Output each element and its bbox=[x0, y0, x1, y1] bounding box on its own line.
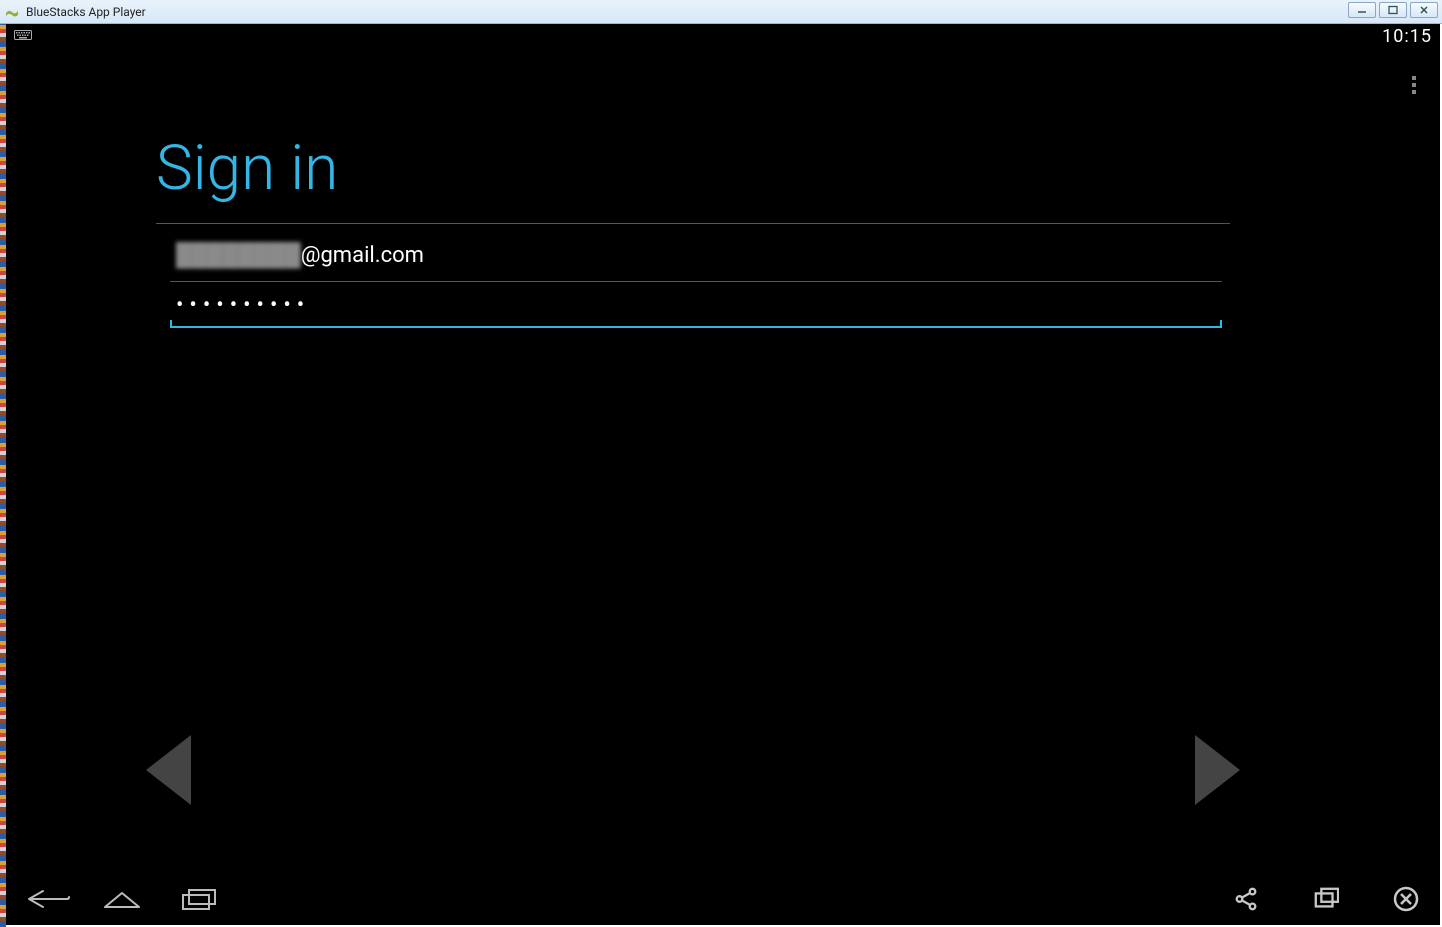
close-button[interactable] bbox=[1410, 2, 1438, 18]
keyboard-icon bbox=[14, 30, 32, 42]
maximize-button[interactable] bbox=[1379, 2, 1407, 18]
email-domain: @gmail.com bbox=[301, 243, 424, 268]
share-icon[interactable] bbox=[1224, 879, 1268, 919]
email-local-blurred: ████████ bbox=[176, 243, 301, 268]
fullscreen-icon[interactable] bbox=[1304, 879, 1348, 919]
android-screen: 10:15 Sign in ████████@gmail.com •••••••… bbox=[6, 24, 1440, 925]
title-divider bbox=[156, 223, 1230, 224]
nav-back-button[interactable] bbox=[18, 879, 78, 919]
next-arrow-icon[interactable] bbox=[1195, 735, 1240, 805]
signin-form: Sign in ████████@gmail.com •••••••••• bbox=[156, 132, 1230, 328]
page-title: Sign in bbox=[156, 132, 1230, 205]
overflow-menu-icon[interactable] bbox=[1404, 76, 1424, 94]
back-arrow-icon[interactable] bbox=[146, 735, 191, 805]
window-titlebar: BlueStacks App Player bbox=[0, 0, 1442, 24]
system-nav-bar bbox=[6, 873, 1440, 925]
nav-home-button[interactable] bbox=[92, 879, 152, 919]
left-edge-decoration bbox=[0, 24, 6, 927]
status-clock: 10:15 bbox=[1382, 26, 1432, 47]
status-bar: 10:15 bbox=[6, 24, 1440, 48]
password-field[interactable]: •••••••••• bbox=[170, 288, 1222, 328]
password-masked: •••••••••• bbox=[176, 293, 310, 318]
window-controls bbox=[1348, 2, 1438, 18]
close-app-icon[interactable] bbox=[1384, 879, 1428, 919]
nav-recent-button[interactable] bbox=[166, 879, 226, 919]
window-title: BlueStacks App Player bbox=[26, 5, 146, 19]
minimize-button[interactable] bbox=[1348, 2, 1376, 18]
email-field[interactable]: ████████@gmail.com bbox=[170, 242, 1222, 282]
app-icon bbox=[4, 4, 20, 20]
